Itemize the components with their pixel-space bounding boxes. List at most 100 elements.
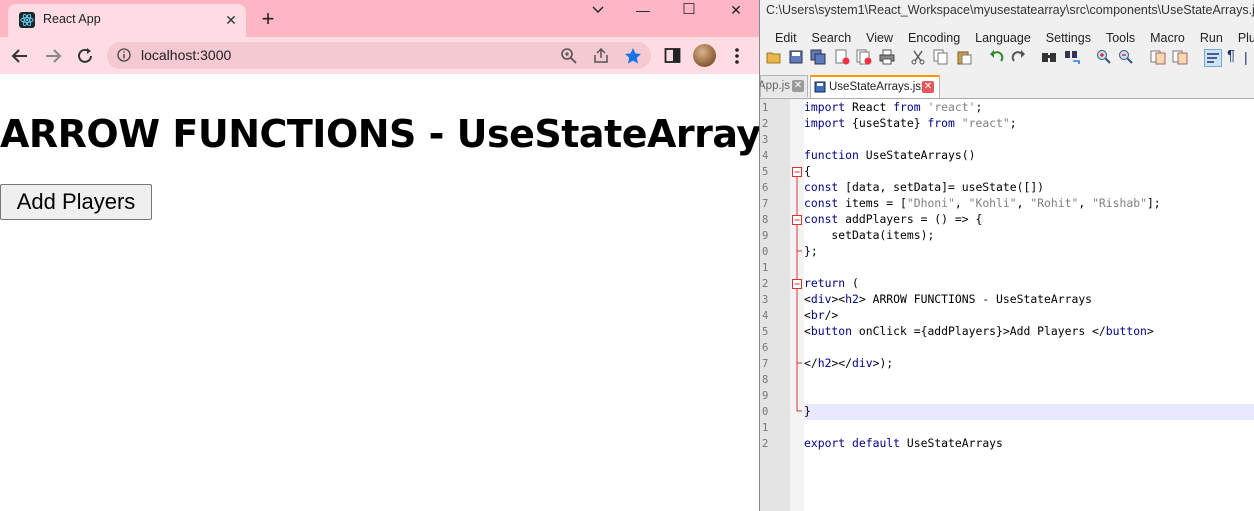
close-window-button[interactable]: ✕ <box>713 0 759 30</box>
print-icon[interactable] <box>879 49 895 65</box>
code-line[interactable]: } <box>804 404 811 418</box>
address-bar[interactable]: localhost:3000 <box>107 42 651 69</box>
code-line[interactable]: import {useState} from "react"; <box>804 116 1017 130</box>
code-line[interactable]: }; <box>804 244 818 258</box>
zoom-in-icon[interactable] <box>1096 49 1112 65</box>
code-editor[interactable]: 1 2 3 4 5 6 7 8 9 0 1 2 3 4 5 6 7 8 9 0 1 2 import React from… <box>760 99 1254 511</box>
code-line[interactable]: import React from 'react'; <box>804 100 982 114</box>
side-panel-icon[interactable] <box>664 47 681 64</box>
tab-search-chevron-icon[interactable] <box>590 4 606 16</box>
menu-item-tools[interactable]: Tools <box>1106 31 1135 45</box>
zoom-icon[interactable] <box>559 46 579 66</box>
tab-strip: React App ✕ + — ☐ ✕ <box>0 0 759 37</box>
replace-icon[interactable] <box>1064 49 1080 65</box>
code-line[interactable]: const [data, setData]= useState([]) <box>804 180 1044 194</box>
line-number: 7 <box>762 358 769 370</box>
line-number: 8 <box>762 214 769 226</box>
line-number: 0 <box>762 246 769 258</box>
code-line[interactable]: </h2></div>); <box>804 356 893 370</box>
copy-icon[interactable] <box>933 49 949 65</box>
line-number: 3 <box>762 134 769 146</box>
tab-close-icon[interactable]: ✕ <box>222 11 240 29</box>
site-info-icon[interactable] <box>117 48 131 62</box>
tab-close-icon[interactable]: ✕ <box>922 81 934 93</box>
code-line[interactable]: function UseStateArrays() <box>804 148 975 162</box>
fold-margin <box>790 99 804 511</box>
word-wrap-icon[interactable] <box>1204 49 1222 67</box>
menu-kebab-icon[interactable] <box>731 46 743 66</box>
line-number: 1 <box>762 422 769 434</box>
menu-item-search[interactable]: Search <box>812 31 852 45</box>
menu-item-run[interactable]: Run <box>1200 31 1223 45</box>
editor-tab-usestatearrays[interactable]: UseStateArrays.jsx ✕ <box>810 75 940 98</box>
menu-item-encoding[interactable]: Encoding <box>908 31 960 45</box>
line-number: 1 <box>762 262 769 274</box>
bookmark-star-icon[interactable] <box>623 46 643 66</box>
editor-tab-label: UseStateArrays.jsx <box>829 81 927 93</box>
close-all-icon[interactable] <box>856 49 872 65</box>
close-file-icon[interactable] <box>834 49 850 65</box>
show-all-characters-icon[interactable]: ¶ <box>1227 47 1235 64</box>
zoom-out-icon[interactable] <box>1118 49 1134 65</box>
save-all-icon[interactable] <box>810 49 826 65</box>
reload-icon[interactable] <box>75 46 95 66</box>
line-number: 4 <box>762 310 769 322</box>
line-number: 5 <box>762 326 769 338</box>
menu-item-view[interactable]: View <box>866 31 893 45</box>
line-number: 7 <box>762 198 769 210</box>
minimize-button[interactable]: — <box>620 0 666 30</box>
new-tab-button[interactable]: + <box>256 8 280 32</box>
editor-menu-bar: Edit Search View Encoding Language Settings To… <box>760 27 1254 46</box>
share-icon[interactable] <box>591 46 611 66</box>
saved-file-icon <box>814 81 826 93</box>
editor-tab-label: App.js <box>759 80 790 92</box>
line-number: 6 <box>762 182 769 194</box>
maximize-button[interactable]: ☐ <box>666 0 712 30</box>
line-number: 8 <box>762 374 769 386</box>
menu-items: Edit Search View Encoding Language Settings To… <box>775 29 1254 47</box>
line-number: 1 <box>762 102 769 114</box>
cut-icon[interactable] <box>910 49 926 65</box>
line-number: 2 <box>762 438 769 450</box>
indent-guide-icon[interactable]: | <box>1244 49 1248 65</box>
sync-vertical-icon[interactable] <box>1150 49 1166 65</box>
code-line[interactable]: <button onClick ={addPlayers}>Add Player… <box>804 324 1154 338</box>
forward-arrow-icon[interactable] <box>43 46 63 66</box>
save-icon[interactable] <box>788 49 804 65</box>
add-players-button[interactable]: Add Players <box>0 184 152 220</box>
menu-item-settings[interactable]: Settings <box>1046 31 1091 45</box>
code-line[interactable]: const addPlayers = () => { <box>804 212 982 226</box>
open-file-icon[interactable] <box>766 49 782 65</box>
menu-item-macro[interactable]: Macro <box>1150 31 1185 45</box>
back-arrow-icon[interactable] <box>10 46 30 66</box>
tab-title: React App <box>43 12 101 26</box>
code-line[interactable]: <div><h2> ARROW FUNCTIONS - UseStateArra… <box>804 292 1092 306</box>
line-number-gutter: 1 2 3 4 5 6 7 8 9 0 1 2 3 4 5 6 7 8 9 0 1 2 <box>760 99 790 511</box>
menu-item-language[interactable]: Language <box>975 31 1031 45</box>
code-line[interactable]: export default UseStateArrays <box>804 436 1003 450</box>
code-area[interactable]: import React from 'react'; import {useSta… <box>804 99 1254 511</box>
undo-icon[interactable] <box>988 49 1004 65</box>
browser-tab[interactable]: React App ✕ <box>8 4 246 37</box>
current-line-highlight <box>804 404 1254 420</box>
line-number: 3 <box>762 294 769 306</box>
sync-horizontal-icon[interactable] <box>1172 49 1188 65</box>
code-line[interactable]: setData(items); <box>804 228 934 242</box>
code-line[interactable]: const items = ["Dhoni", "Kohli", "Rohit"… <box>804 196 1161 210</box>
line-number: 4 <box>762 150 769 162</box>
menu-item-edit[interactable]: Edit <box>775 31 797 45</box>
paste-icon[interactable] <box>956 49 972 65</box>
code-line[interactable]: <br/> <box>804 308 838 322</box>
editor-tab-app-js[interactable]: App.js ✕ <box>760 75 808 97</box>
redo-icon[interactable] <box>1011 49 1027 65</box>
code-line[interactable]: return ( <box>804 276 859 290</box>
editor-tab-bar: App.js ✕ UseStateArrays.jsx ✕ <box>760 73 1254 99</box>
profile-avatar[interactable] <box>693 44 716 67</box>
browser-window: React App ✕ + — ☐ ✕ localhost:3000 ARROW… <box>0 0 759 511</box>
fold-markers <box>792 167 802 412</box>
url-text[interactable]: localhost:3000 <box>141 47 231 63</box>
code-line[interactable]: { <box>804 164 811 178</box>
menu-item-plugins[interactable]: Plugins <box>1238 31 1254 45</box>
tab-close-icon[interactable]: ✕ <box>792 80 804 92</box>
find-icon[interactable] <box>1041 49 1057 65</box>
